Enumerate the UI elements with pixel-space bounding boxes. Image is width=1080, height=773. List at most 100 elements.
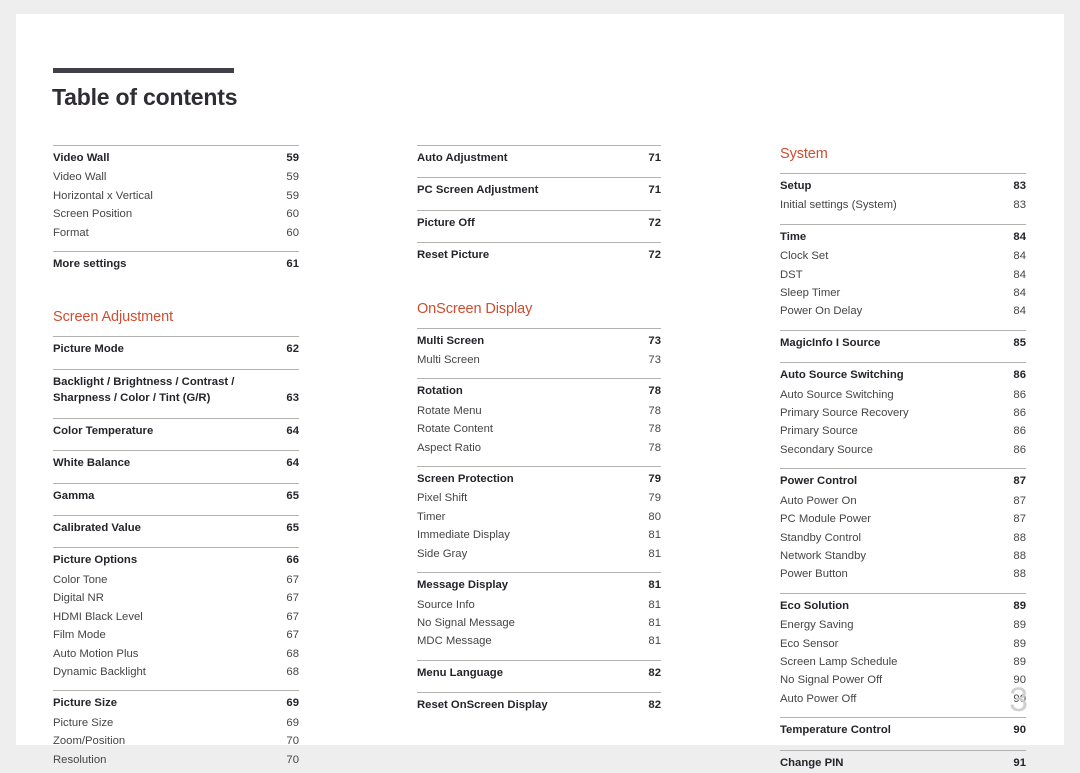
toc-entry[interactable]: Pixel Shift 79 bbox=[417, 489, 661, 507]
page-title: Table of contents bbox=[52, 84, 238, 110]
toc-entry-label: Digital NR bbox=[53, 592, 104, 605]
toc-entry-label: Reset OnScreen Display bbox=[417, 699, 548, 712]
toc-entry[interactable]: Sleep Timer 84 bbox=[780, 284, 1026, 302]
toc-entry-heading[interactable]: Reset OnScreen Display 82 bbox=[417, 694, 661, 715]
toc-entry-heading[interactable]: Temperature Control 90 bbox=[780, 719, 1026, 740]
toc-entry[interactable]: Secondary Source 86 bbox=[780, 441, 1026, 459]
toc-entry-heading[interactable]: Auto Source Switching 86 bbox=[780, 364, 1026, 385]
toc-entry[interactable]: Resolution 70 bbox=[53, 751, 299, 769]
toc-entry[interactable]: Network Standby 88 bbox=[780, 547, 1026, 565]
toc-entry-heading[interactable]: Time 84 bbox=[780, 226, 1026, 247]
toc-entry[interactable]: Energy Saving 89 bbox=[780, 616, 1026, 634]
toc-entry-label: Primary Source Recovery bbox=[780, 407, 909, 420]
toc-entry[interactable]: Video Wall 59 bbox=[53, 168, 299, 186]
toc-entry-label: Menu Language bbox=[417, 666, 503, 679]
toc-entry[interactable]: Dynamic Backlight 68 bbox=[53, 663, 299, 681]
toc-entry-heading[interactable]: PC Screen Adjustment 71 bbox=[417, 179, 661, 200]
toc-entry[interactable]: PC Module Power 87 bbox=[780, 510, 1026, 528]
toc-entry[interactable]: Clock Set 84 bbox=[780, 247, 1026, 265]
toc-entry[interactable]: Auto Power On 87 bbox=[780, 492, 1026, 510]
toc-entry[interactable]: Immediate Display 81 bbox=[417, 526, 661, 544]
toc-entry-heading[interactable]: Reset Picture 72 bbox=[417, 244, 661, 265]
toc-entry[interactable]: Auto Power Off 90 bbox=[780, 690, 1026, 708]
toc-entry[interactable]: Initial settings (System) 83 bbox=[780, 196, 1026, 214]
toc-entry[interactable]: Source Info 81 bbox=[417, 596, 661, 614]
toc-entry-label: Auto Power On bbox=[780, 494, 857, 507]
toc-entry-heading[interactable]: Rotation 78 bbox=[417, 380, 661, 401]
toc-entry-heading[interactable]: Picture Off 72 bbox=[417, 212, 661, 233]
toc-entry-page-number: 88 bbox=[1013, 568, 1026, 581]
toc-entry[interactable]: DST 84 bbox=[780, 266, 1026, 284]
toc-entry[interactable]: Auto Source Switching 86 bbox=[780, 386, 1026, 404]
toc-entry-page-number: 81 bbox=[648, 598, 661, 611]
toc-entry[interactable]: Side Gray 81 bbox=[417, 545, 661, 563]
toc-group: Message Display 81 Source Info 81 No Signal … bbox=[417, 572, 661, 651]
toc-entry[interactable]: HDMI Black Level 67 bbox=[53, 608, 299, 626]
toc-entry[interactable]: No Signal Power Off 90 bbox=[780, 671, 1026, 689]
toc-entry-label: Picture Mode bbox=[53, 343, 124, 356]
toc-entry-label: Secondary Source bbox=[780, 443, 873, 456]
toc-entry-page-number: 69 bbox=[286, 697, 299, 710]
toc-entry-heading[interactable]: MagicInfo I Source 85 bbox=[780, 332, 1026, 353]
toc-entry[interactable]: No Signal Message 81 bbox=[417, 614, 661, 632]
toc-entry-label: Format bbox=[53, 226, 89, 239]
toc-entry[interactable]: Power On Delay 84 bbox=[780, 302, 1026, 320]
toc-entry-heading[interactable]: Eco Solution 89 bbox=[780, 595, 1026, 616]
toc-entry-heading[interactable]: Picture Size 69 bbox=[53, 692, 299, 713]
toc-entry-heading[interactable]: Setup 83 bbox=[780, 175, 1026, 196]
toc-entry-heading[interactable]: Change PIN 91 bbox=[780, 752, 1026, 773]
toc-entry-heading[interactable]: Calibrated Value 65 bbox=[53, 517, 299, 538]
toc-entry[interactable]: Film Mode 67 bbox=[53, 626, 299, 644]
toc-group: Auto Adjustment 71 bbox=[417, 145, 661, 168]
toc-entry-heading[interactable]: Screen Protection 79 bbox=[417, 468, 661, 489]
toc-entry[interactable]: Zoom/Position 70 bbox=[53, 732, 299, 750]
toc-entry[interactable]: Eco Sensor 89 bbox=[780, 635, 1026, 653]
toc-entry[interactable]: Picture Size 69 bbox=[53, 714, 299, 732]
toc-entry[interactable]: Rotate Content 78 bbox=[417, 420, 661, 438]
toc-entry-page-number: 69 bbox=[286, 716, 299, 729]
toc-entry-heading[interactable]: Gamma 65 bbox=[53, 485, 299, 506]
toc-entry-page-number: 78 bbox=[648, 441, 661, 454]
toc-entry[interactable]: Auto Motion Plus 68 bbox=[53, 645, 299, 663]
toc-entry[interactable]: Digital NR 67 bbox=[53, 589, 299, 607]
toc-entry[interactable]: Horizontal x Vertical 59 bbox=[53, 187, 299, 205]
toc-entry[interactable]: Rotate Menu 78 bbox=[417, 402, 661, 420]
toc-entry-page-number: 68 bbox=[286, 665, 299, 678]
toc-entry[interactable]: Screen Position 60 bbox=[53, 205, 299, 223]
toc-group: Calibrated Value 65 bbox=[53, 515, 299, 538]
toc-entry-heading[interactable]: Picture Mode 62 bbox=[53, 338, 299, 359]
toc-entry-page-number: 80 bbox=[648, 510, 661, 523]
toc-entry[interactable]: Multi Screen 73 bbox=[417, 351, 661, 369]
toc-group: Auto Source Switching 86 Auto Source Switc… bbox=[780, 362, 1026, 459]
toc-entry-heading[interactable]: Message Display 81 bbox=[417, 574, 661, 595]
toc-group: Picture Options 66 Color Tone 67 Digital NR 6… bbox=[53, 547, 299, 681]
toc-entry-label: Auto Power Off bbox=[780, 692, 857, 705]
toc-entry[interactable]: Primary Source Recovery 86 bbox=[780, 404, 1026, 422]
toc-entry-heading[interactable]: More settings 61 bbox=[53, 253, 299, 274]
toc-entry[interactable]: Aspect Ratio 78 bbox=[417, 439, 661, 457]
toc-entry[interactable]: Power Button 88 bbox=[780, 565, 1026, 583]
toc-entry-heading[interactable]: Power Control 87 bbox=[780, 470, 1026, 491]
toc-entry-heading[interactable]: Multi Screen 73 bbox=[417, 330, 661, 351]
toc-entry-page-number: 81 bbox=[648, 635, 661, 648]
toc-entry[interactable]: Screen Lamp Schedule 89 bbox=[780, 653, 1026, 671]
toc-entry-heading[interactable]: Picture Options 66 bbox=[53, 549, 299, 570]
toc-entry-heading[interactable]: Auto Adjustment 71 bbox=[417, 147, 661, 168]
toc-entry[interactable]: Standby Control 88 bbox=[780, 529, 1026, 547]
toc-entry-heading[interactable]: Video Wall 59 bbox=[53, 147, 299, 168]
toc-entry[interactable]: Primary Source 86 bbox=[780, 422, 1026, 440]
toc-entry-heading[interactable]: White Balance 64 bbox=[53, 452, 299, 473]
toc-entry[interactable]: Color Tone 67 bbox=[53, 571, 299, 589]
toc-entry-heading[interactable]: Backlight / Brightness / Contrast / Shar… bbox=[53, 371, 299, 409]
toc-entry[interactable]: Timer 80 bbox=[417, 508, 661, 526]
toc-entry[interactable]: Format 60 bbox=[53, 224, 299, 242]
toc-entry-heading[interactable]: Color Temperature 64 bbox=[53, 420, 299, 441]
toc-entry-heading[interactable]: Menu Language 82 bbox=[417, 662, 661, 683]
toc-entry-label: Setup bbox=[780, 180, 812, 192]
toc-entry-label: Side Gray bbox=[417, 547, 468, 560]
toc-entry[interactable]: MDC Message 81 bbox=[417, 632, 661, 650]
